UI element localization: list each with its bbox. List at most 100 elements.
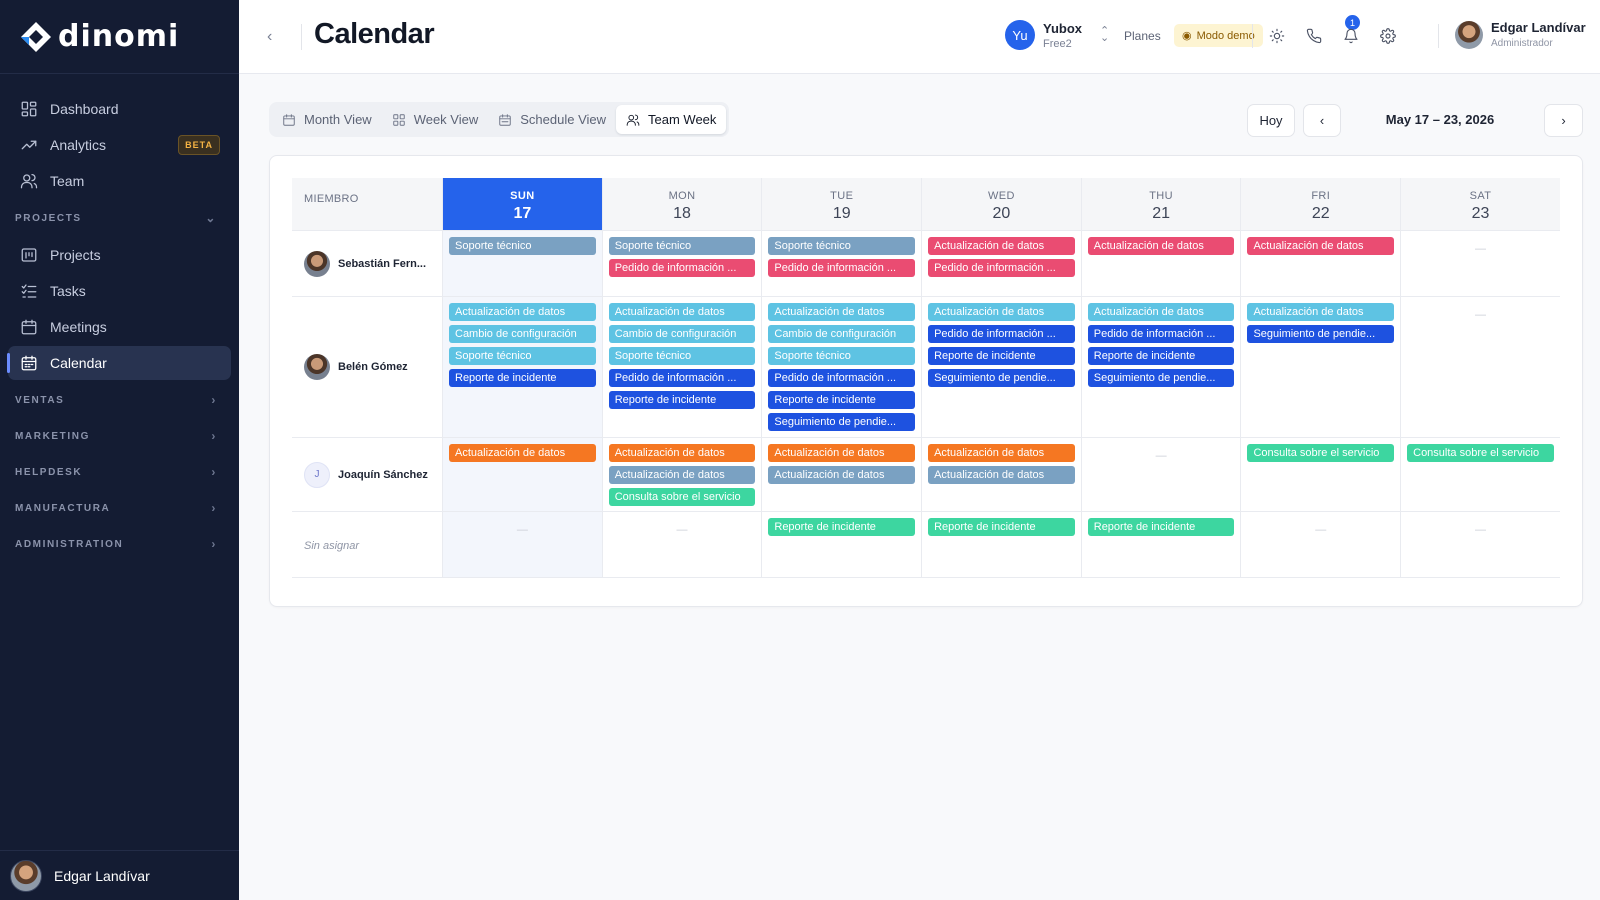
event-chip[interactable]: Pedido de información ...: [1087, 325, 1235, 343]
sidebar-item-analytics[interactable]: Analytics BETA: [8, 128, 231, 162]
event-chip[interactable]: Actualización de datos: [608, 444, 756, 462]
day-header-tue[interactable]: TUE 19: [761, 178, 921, 230]
event-chip[interactable]: Actualización de datos: [1087, 303, 1235, 321]
section-administration[interactable]: ADMINISTRATION ›: [0, 526, 239, 562]
event-chip[interactable]: Actualización de datos: [928, 466, 1075, 484]
day-cell[interactable]: Actualización de datos Pedido de informac…: [921, 297, 1081, 437]
day-header-fri[interactable]: FRI 22: [1240, 178, 1400, 230]
day-cell[interactable]: Actualización de datos Pedido de informac…: [1080, 297, 1241, 437]
today-button[interactable]: Hoy: [1247, 104, 1295, 137]
event-chip[interactable]: Actualización de datos: [768, 466, 916, 484]
event-chip[interactable]: Actualización de datos: [928, 237, 1075, 255]
event-chip[interactable]: Soporte técnico: [608, 347, 756, 365]
event-chip[interactable]: Actualización de datos: [768, 303, 916, 321]
event-chip[interactable]: Cambio de configuración: [608, 325, 756, 343]
sidebar-item-dashboard[interactable]: Dashboard: [8, 92, 231, 126]
day-cell[interactable]: —: [1400, 297, 1560, 437]
event-chip[interactable]: Soporte técnico: [768, 347, 916, 365]
day-cell[interactable]: Soporte técnico: [442, 231, 602, 296]
bell-icon[interactable]: [1341, 26, 1361, 46]
chevron-left-icon[interactable]: ‹: [267, 28, 272, 46]
day-cell[interactable]: Actualización de datos Actualización de d…: [601, 438, 762, 511]
event-chip[interactable]: Actualización de datos: [768, 444, 916, 462]
day-cell[interactable]: Reporte de incidente: [761, 512, 921, 577]
event-chip[interactable]: Seguimiento de pendie...: [768, 413, 916, 431]
day-cell[interactable]: —: [442, 512, 602, 577]
event-chip[interactable]: Reporte de incidente: [928, 347, 1075, 365]
event-chip[interactable]: Seguimiento de pendie...: [1247, 325, 1395, 343]
event-chip[interactable]: Soporte técnico: [449, 347, 596, 365]
event-chip[interactable]: Soporte técnico: [608, 237, 756, 255]
event-chip[interactable]: Actualización de datos: [1247, 303, 1395, 321]
day-cell[interactable]: Consulta sobre el servicio: [1240, 438, 1400, 511]
event-chip[interactable]: Pedido de información ...: [608, 259, 756, 277]
day-header-wed[interactable]: WED 20: [921, 178, 1081, 230]
sidebar-item-team[interactable]: Team: [8, 164, 231, 198]
event-chip[interactable]: Reporte de incidente: [768, 391, 916, 409]
day-cell[interactable]: Reporte de incidente: [921, 512, 1081, 577]
event-chip[interactable]: Pedido de información ...: [928, 325, 1075, 343]
day-cell[interactable]: Actualización de datos: [442, 438, 602, 511]
sun-icon[interactable]: [1267, 26, 1287, 46]
event-chip[interactable]: Reporte de incidente: [1087, 347, 1235, 365]
tab-team-week[interactable]: Team Week: [616, 105, 727, 134]
tab-month-view[interactable]: Month View: [272, 105, 382, 134]
event-chip[interactable]: Actualización de datos: [928, 444, 1075, 462]
tab-schedule-view[interactable]: Schedule View: [488, 105, 616, 134]
day-cell[interactable]: Soporte técnico Pedido de información ...: [761, 231, 921, 296]
gear-icon[interactable]: [1378, 26, 1398, 46]
event-chip[interactable]: Soporte técnico: [768, 237, 916, 255]
event-chip[interactable]: Reporte de incidente: [768, 518, 916, 536]
day-cell[interactable]: Consulta sobre el servicio: [1400, 438, 1560, 511]
day-cell[interactable]: Actualización de datos Actualización de d…: [761, 438, 921, 511]
event-chip[interactable]: Pedido de información ...: [608, 369, 756, 387]
section-marketing[interactable]: MARKETING ›: [0, 418, 239, 454]
event-chip[interactable]: Actualización de datos: [1247, 237, 1395, 255]
event-chip[interactable]: Consulta sobre el servicio: [1247, 444, 1395, 462]
event-chip[interactable]: Reporte de incidente: [1087, 518, 1235, 536]
event-chip[interactable]: Reporte de incidente: [449, 369, 596, 387]
day-header-sun[interactable]: SUN 17: [442, 178, 602, 230]
day-cell[interactable]: Actualización de datos Pedido de informac…: [921, 231, 1081, 296]
event-chip[interactable]: Actualización de datos: [608, 303, 756, 321]
event-chip[interactable]: Actualización de datos: [449, 444, 596, 462]
sidebar-item-meetings[interactable]: Meetings: [8, 310, 231, 344]
tab-week-view[interactable]: Week View: [382, 105, 489, 134]
event-chip[interactable]: Actualización de datos: [449, 303, 596, 321]
day-cell[interactable]: Actualización de datos Cambio de configur…: [601, 297, 762, 437]
event-chip[interactable]: Pedido de información ...: [768, 259, 916, 277]
next-week-button[interactable]: ›: [1544, 104, 1583, 137]
day-cell[interactable]: —: [1400, 512, 1560, 577]
event-chip[interactable]: Seguimiento de pendie...: [928, 369, 1075, 387]
sidebar-item-calendar[interactable]: Calendar: [7, 346, 231, 380]
prev-week-button[interactable]: ‹: [1303, 104, 1341, 137]
day-header-sat[interactable]: SAT 23: [1400, 178, 1560, 230]
sidebar-item-tasks[interactable]: Tasks: [8, 274, 231, 308]
day-header-thu[interactable]: THU 21: [1080, 178, 1241, 230]
day-cell[interactable]: —: [1400, 231, 1560, 296]
event-chip[interactable]: Soporte técnico: [449, 237, 596, 255]
section-projects[interactable]: PROJECTS ⌄: [0, 200, 239, 236]
sidebar-item-projects[interactable]: Projects: [8, 238, 231, 272]
day-cell[interactable]: —: [1080, 438, 1241, 511]
event-chip[interactable]: Reporte de incidente: [928, 518, 1075, 536]
sidebar-user[interactable]: Edgar Landívar: [0, 850, 239, 900]
day-cell[interactable]: Actualización de datos: [1080, 231, 1241, 296]
day-cell[interactable]: Actualización de datos Seguimiento de pen…: [1240, 297, 1400, 437]
avatar[interactable]: [1455, 21, 1483, 49]
day-cell[interactable]: Actualización de datos Actualización de d…: [921, 438, 1081, 511]
day-cell[interactable]: Soporte técnico Pedido de información ...: [601, 231, 762, 296]
event-chip[interactable]: Cambio de configuración: [768, 325, 916, 343]
day-cell[interactable]: Actualización de datos Cambio de configur…: [442, 297, 602, 437]
event-chip[interactable]: Seguimiento de pendie...: [1087, 369, 1235, 387]
event-chip[interactable]: Actualización de datos: [608, 466, 756, 484]
day-cell[interactable]: —: [1240, 512, 1400, 577]
event-chip[interactable]: Cambio de configuración: [449, 325, 596, 343]
event-chip[interactable]: Actualización de datos: [928, 303, 1075, 321]
day-header-mon[interactable]: MON 18: [601, 178, 762, 230]
day-cell[interactable]: Actualización de datos Cambio de configur…: [761, 297, 921, 437]
demo-mode-badge[interactable]: ◉ Modo demo: [1174, 24, 1263, 47]
logo[interactable]: dinomi: [0, 0, 239, 74]
event-chip[interactable]: Actualización de datos: [1087, 237, 1235, 255]
event-chip[interactable]: Consulta sobre el servicio: [1407, 444, 1554, 462]
